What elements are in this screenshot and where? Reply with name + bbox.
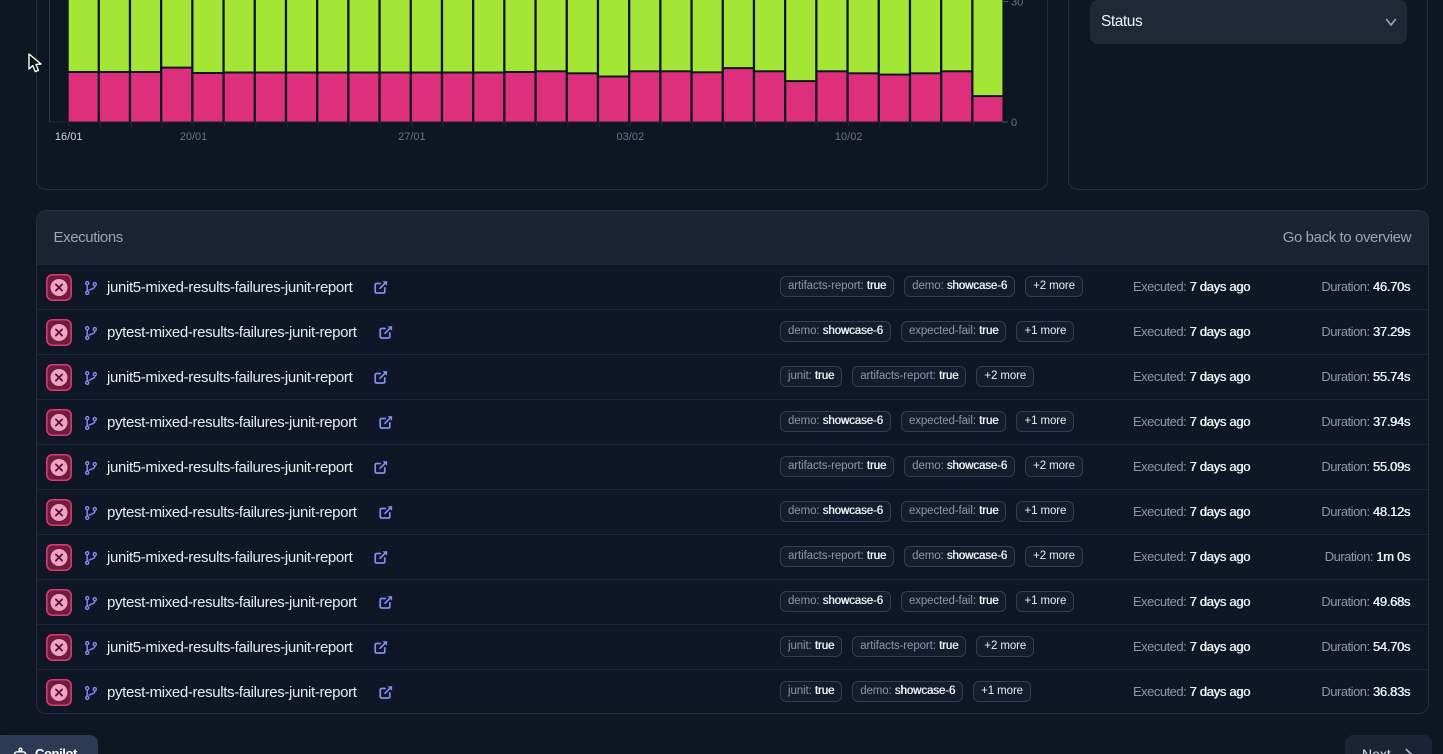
svg-text:03/02: 03/02 bbox=[617, 131, 645, 143]
svg-text:27/01: 27/01 bbox=[398, 131, 426, 143]
svg-text:30: 30 bbox=[1011, 0, 1023, 9]
svg-text:0: 0 bbox=[1011, 117, 1017, 129]
svg-text:10/02: 10/02 bbox=[835, 131, 863, 143]
svg-text:20/01: 20/01 bbox=[180, 131, 208, 143]
svg-text:16/01: 16/01 bbox=[55, 131, 83, 143]
